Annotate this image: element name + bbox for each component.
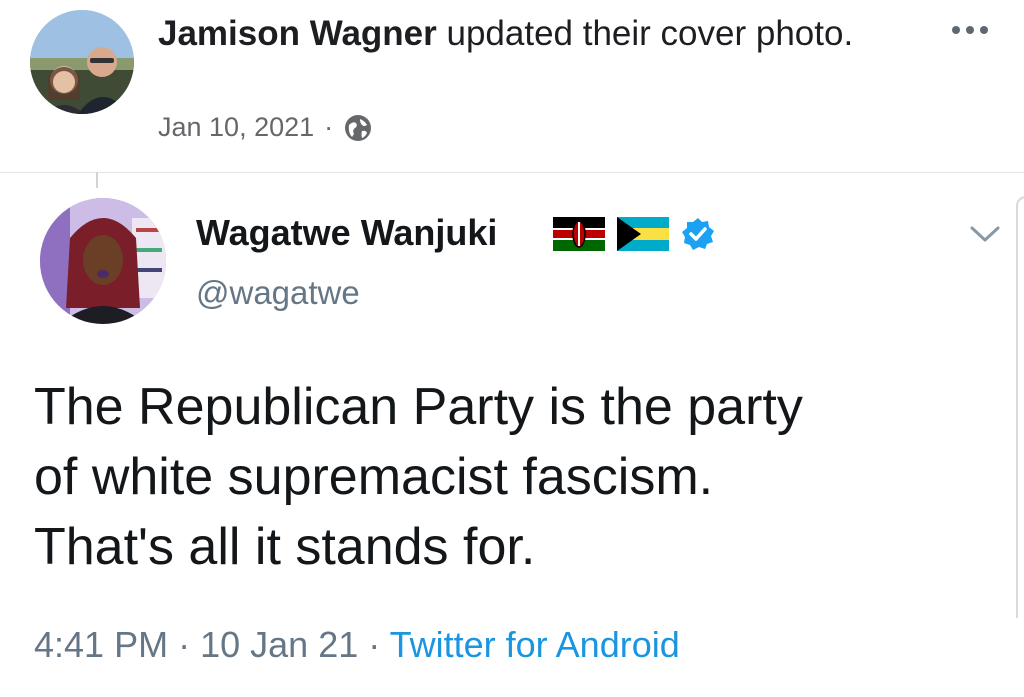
meta-separator: · — [178, 624, 191, 665]
kenya-flag-icon — [553, 217, 605, 251]
post-headline: Jamison Wagner updated their cover photo… — [158, 10, 878, 58]
tweet-date[interactable]: 10 Jan 21 — [200, 624, 358, 665]
verified-badge-icon — [682, 218, 714, 250]
avatar-photo — [30, 10, 134, 114]
more-options-icon[interactable] — [952, 26, 988, 34]
divider — [0, 172, 1024, 173]
post-meta: Jan 10, 2021 · — [158, 112, 373, 143]
tweet-text: The Republican Party is the party of whi… — [34, 378, 803, 576]
tweet-meta: 4:41 PM · 10 Jan 21 · Twitter for Androi… — [34, 624, 680, 666]
dot — [952, 26, 960, 34]
dot — [966, 26, 974, 34]
image-frame-edge — [96, 172, 98, 188]
globe-icon[interactable] — [343, 113, 373, 143]
tweet-time[interactable]: 4:41 PM — [34, 624, 168, 665]
author-name[interactable]: Jamison Wagner — [158, 14, 437, 53]
profile-avatar[interactable] — [30, 10, 134, 114]
tweet-author-avatar[interactable] — [40, 198, 166, 324]
post-date[interactable]: Jan 10, 2021 — [158, 112, 314, 143]
meta-separator: · — [368, 624, 381, 665]
tweet-display-name[interactable]: Wagatwe Wanjuki — [196, 212, 497, 254]
tweet-source-link[interactable]: Twitter for Android — [390, 624, 680, 665]
avatar-photo — [40, 198, 166, 324]
bahamas-flag-icon — [617, 217, 669, 251]
tweet-handle[interactable]: @wagatwe — [196, 274, 360, 312]
chevron-down-icon[interactable] — [968, 222, 1002, 246]
image-frame-edge — [1016, 196, 1024, 618]
meta-separator: · — [324, 112, 334, 142]
dot — [980, 26, 988, 34]
post-action-text: updated their cover photo. — [436, 14, 854, 53]
name-badges — [553, 217, 715, 251]
